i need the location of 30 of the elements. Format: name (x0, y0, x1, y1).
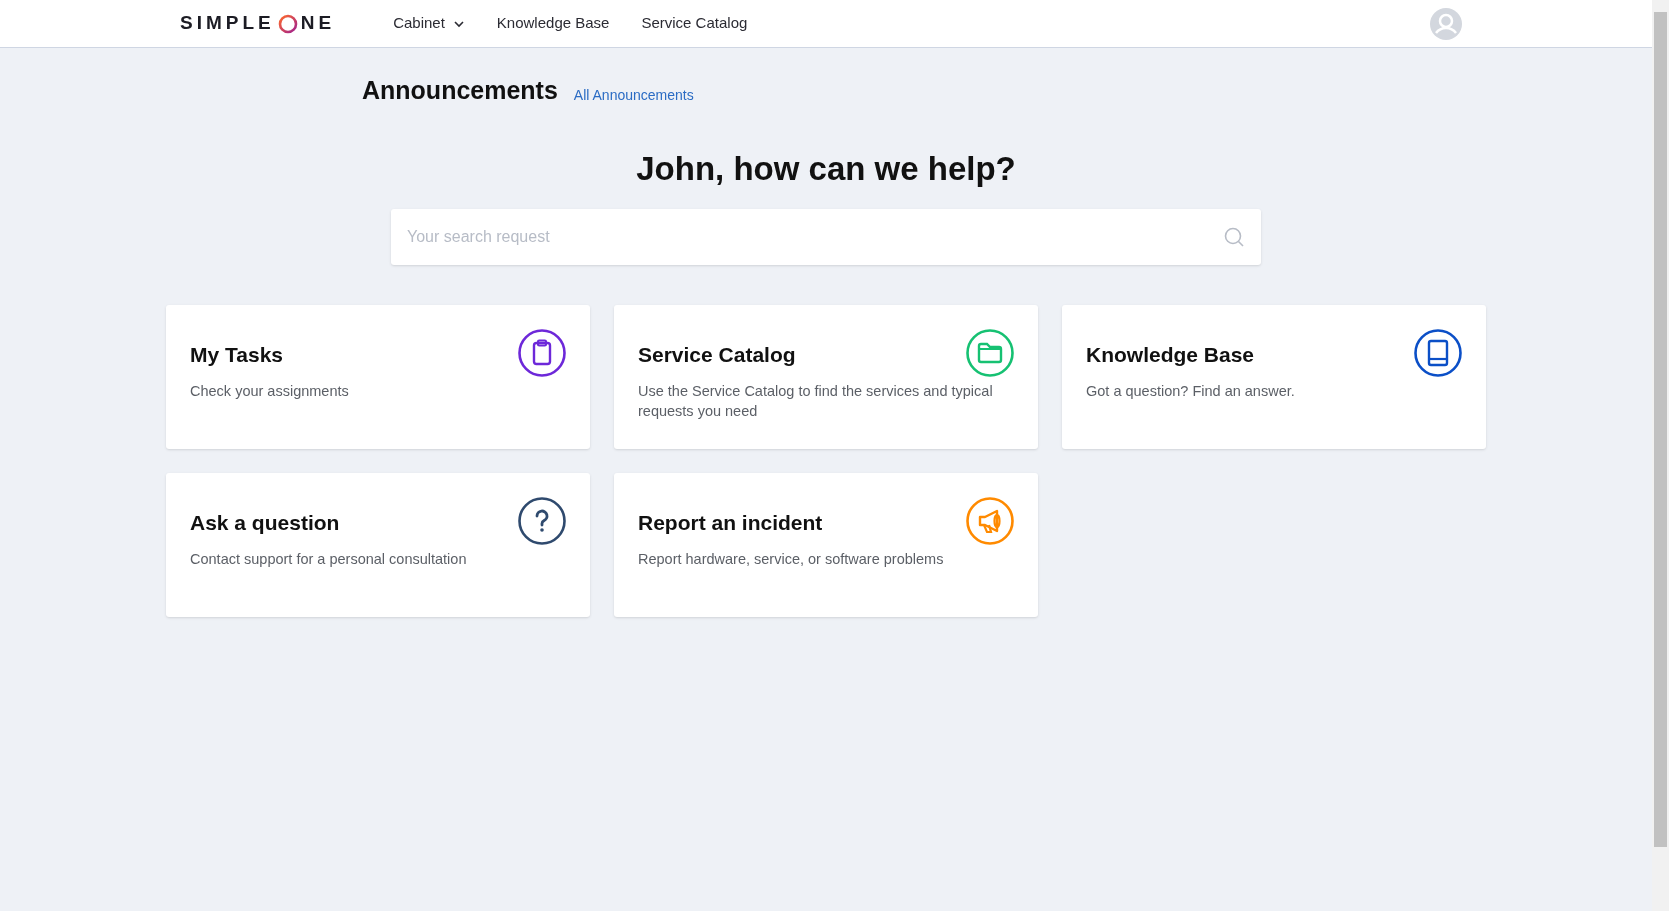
all-announcements-link[interactable]: All Announcements (573, 84, 694, 110)
service-card[interactable]: Service Catalog Use the Service Catalog to find the services and typical requests you need (614, 305, 1038, 449)
card-title: Knowledge Base (1086, 342, 1255, 368)
card-title: Service Catalog (638, 342, 796, 368)
greeting-heading: John, how can we help? (635, 148, 1017, 189)
logo-text: NE (300, 11, 336, 36)
service-card[interactable]: My Tasks Check your assignments (166, 305, 590, 449)
service-card[interactable]: Ask a question Contact support for a personal consultation (166, 473, 590, 617)
scrollbar-thumb[interactable] (1654, 12, 1667, 847)
card-title: Report an incident (638, 510, 823, 536)
ring-icon (277, 13, 298, 34)
service-card[interactable]: Knowledge Base Got a question? Find an answer. (1062, 305, 1486, 449)
service-card[interactable]: Report an incident Report hardware, service, or software problems (614, 473, 1038, 617)
nav-link[interactable]: Knowledge Base (496, 12, 610, 35)
logo-text: SIMPLE (180, 11, 275, 36)
nav-link[interactable]: Cabinet (393, 12, 465, 35)
search-field[interactable]: Your search request (391, 209, 1261, 265)
avatar-icon[interactable] (1430, 7, 1462, 40)
card-title: My Tasks (190, 342, 283, 368)
card-description: Check your assignments (190, 382, 350, 401)
search-icon[interactable] (1223, 226, 1245, 248)
card-description: Got a question? Find an answer. (1086, 382, 1296, 401)
scrollbar[interactable] (1652, 0, 1669, 911)
card-description: Report hardware, service, or software problems (638, 550, 945, 569)
card-description: Use the Service Catalog to find the services and typical requests you need (638, 382, 994, 421)
card-description: Contact support for a personal consultation (190, 550, 468, 569)
nav-link[interactable]: Service Catalog (641, 12, 748, 35)
logo[interactable]: SIMPLE NE (180, 9, 336, 38)
card-title: Ask a question (190, 510, 340, 536)
announcements-heading: Announcements (362, 75, 558, 106)
